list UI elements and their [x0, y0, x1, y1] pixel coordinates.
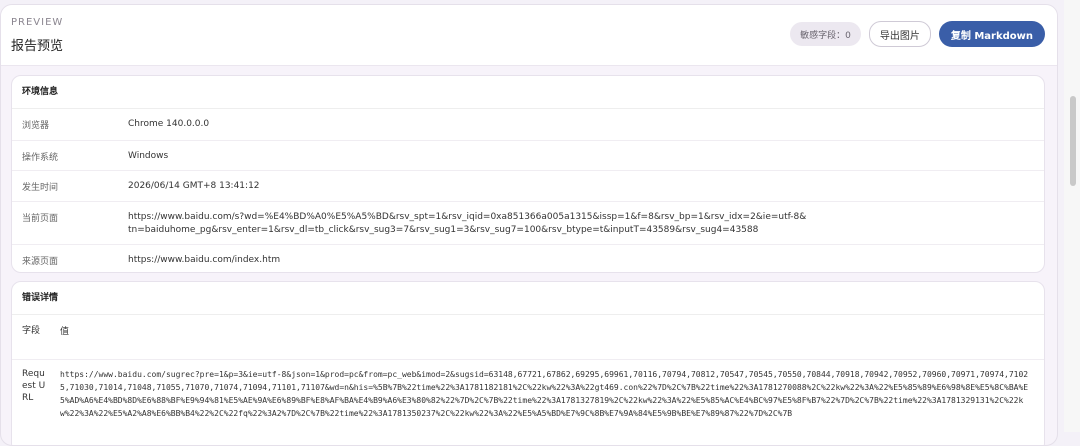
preview-panel: PREVIEW 报告预览 敏感字段：0 导出图片 复制 Markdown 环境信…	[0, 4, 1058, 446]
preview-header: PREVIEW 报告预览 敏感字段：0 导出图片 复制 Markdown	[1, 5, 1057, 66]
env-row-browser: 浏览器 Chrome 140.0.0.0	[12, 109, 1044, 141]
scrollbar-track[interactable]	[1064, 0, 1080, 432]
env-value: https://www.baidu.com/index.htm	[128, 255, 281, 265]
scrollbar-thumb[interactable]	[1070, 96, 1076, 186]
column-header-field: 字段	[22, 326, 41, 336]
sensitive-fields-badge: 敏感字段：0	[790, 22, 861, 46]
env-label: 操作系统	[22, 153, 59, 163]
env-value: 2026/06/14 GMT+8 13:41:12	[128, 181, 260, 191]
env-label: 浏览器	[22, 121, 50, 131]
toolbar: 敏感字段：0 导出图片 复制 Markdown	[790, 21, 1045, 47]
environment-info-card: 环境信息 浏览器 Chrome 140.0.0.0 操作系统 Windows 发…	[11, 75, 1045, 273]
error-details-card: 错误详情 字段 值 Request URL https://www.baidu.…	[11, 281, 1045, 445]
export-image-button[interactable]: 导出图片	[868, 21, 931, 47]
env-value: Chrome 140.0.0.0	[128, 119, 210, 129]
page-title: 报告预览	[11, 39, 64, 54]
error-details-title: 错误详情	[12, 282, 1044, 315]
preview-eyebrow: PREVIEW	[11, 17, 64, 28]
env-label: 来源页面	[22, 257, 59, 267]
env-value: https://www.baidu.com/s?wd=%E4%BD%A0%E5%…	[128, 212, 807, 235]
error-field-value: https://www.baidu.com/sugrec?pre=1&p=3&i…	[60, 370, 1029, 418]
error-field-label: Request URL	[22, 369, 46, 403]
env-row-os: 操作系统 Windows	[12, 141, 1044, 171]
env-row-time: 发生时间 2026/06/14 GMT+8 13:41:12	[12, 171, 1044, 202]
error-table-header: 字段 值	[12, 315, 1044, 360]
env-row-referrer: 来源页面 https://www.baidu.com/index.htm	[12, 245, 1044, 272]
env-row-current-page: 当前页面 https://www.baidu.com/s?wd=%E4%BD%A…	[12, 202, 1044, 245]
copy-markdown-button[interactable]: 复制 Markdown	[938, 21, 1045, 47]
env-label: 发生时间	[22, 183, 59, 193]
env-label: 当前页面	[22, 214, 59, 224]
env-value: Windows	[128, 151, 169, 161]
column-header-value: 值	[60, 327, 70, 337]
environment-info-title: 环境信息	[12, 76, 1044, 109]
